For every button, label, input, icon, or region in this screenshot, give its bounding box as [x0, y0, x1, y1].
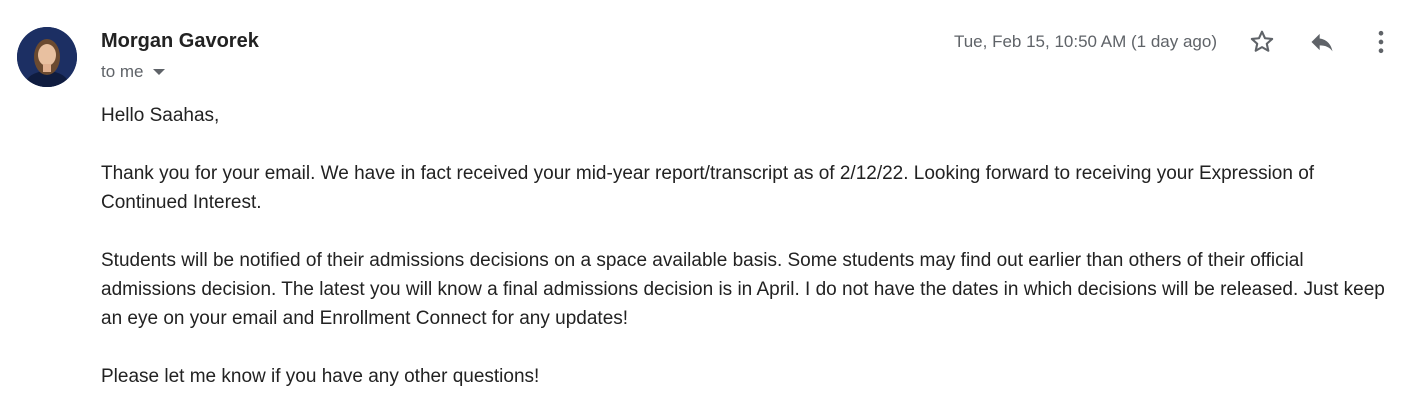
reply-button[interactable]	[1307, 27, 1337, 57]
star-outline-icon	[1250, 30, 1274, 52]
more-vertical-icon	[1378, 30, 1384, 54]
star-button[interactable]	[1247, 27, 1277, 57]
message-paragraph: Thank you for your email. We have in fac…	[101, 163, 1315, 213]
caret-down-icon	[152, 69, 165, 75]
recipient-dropdown[interactable]: to me	[101, 62, 165, 82]
sender-avatar[interactable]	[17, 27, 77, 87]
message-paragraph: Please let me know if you have any other…	[101, 366, 540, 387]
more-options-button[interactable]	[1366, 27, 1396, 57]
reply-icon	[1311, 33, 1333, 52]
sender-name: Morgan Gavorek	[101, 30, 259, 52]
message-paragraph: Students will be notified of their admis…	[101, 250, 1385, 329]
message-greeting: Hello Saahas,	[101, 105, 220, 126]
recipient-label: to me	[101, 62, 144, 81]
message-timestamp: Tue, Feb 15, 10:50 AM (1 day ago)	[953, 32, 1217, 51]
message-body: Hello Saahas, Thank you for your email. …	[101, 101, 1396, 420]
avatar-photo	[17, 27, 77, 87]
